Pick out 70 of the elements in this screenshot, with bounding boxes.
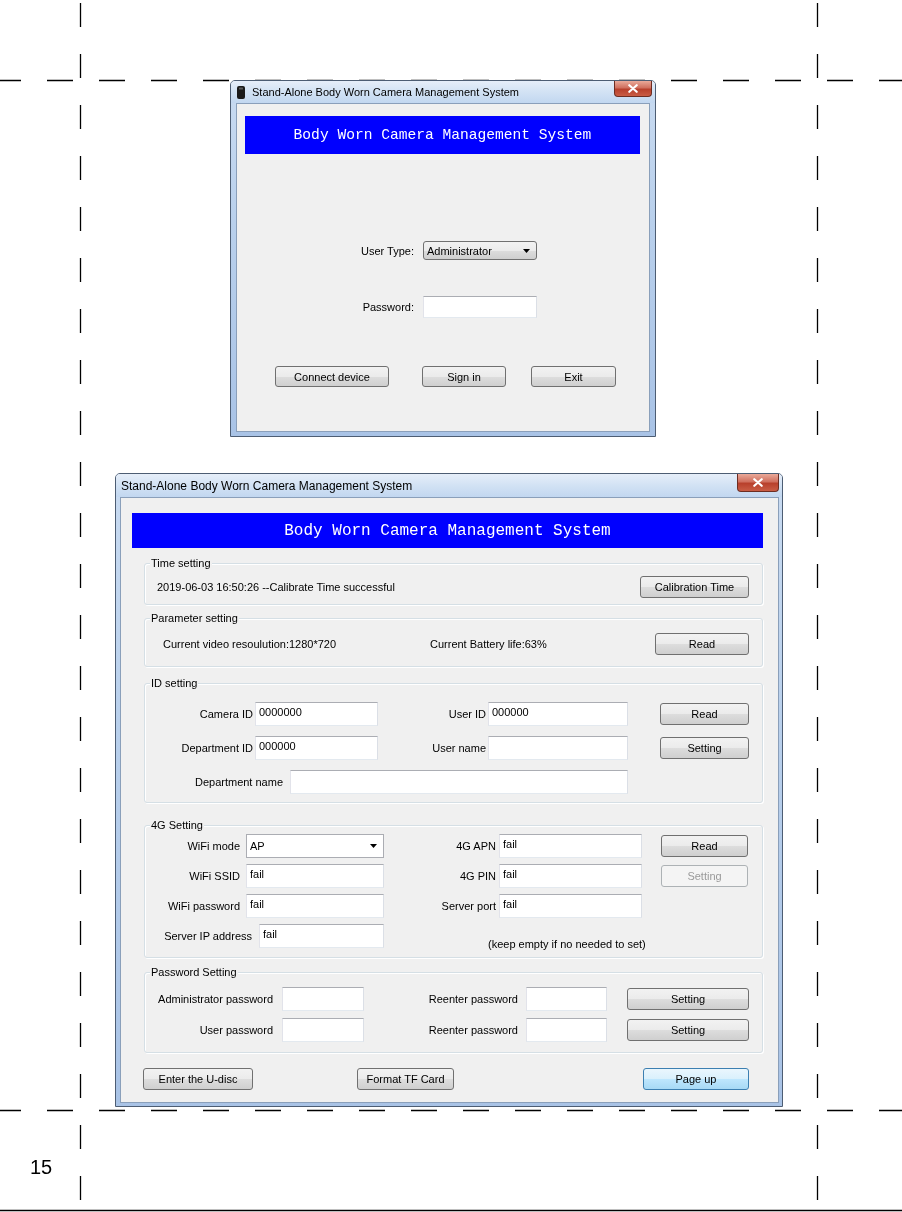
caret-icon: [370, 844, 377, 848]
field-label: User name: [431, 742, 486, 754]
text-field[interactable]: fail: [259, 924, 384, 948]
field-label: WiFi password: [166, 900, 240, 912]
group-title: 4G Setting: [150, 819, 204, 832]
text-field[interactable]: fail: [246, 894, 384, 918]
setting-button[interactable]: Setting: [627, 988, 749, 1010]
header-banner: Body Worn Camera Management System: [132, 513, 763, 548]
read-button[interactable]: Read: [660, 703, 749, 725]
device-icon: [237, 85, 245, 99]
enter-u-disc-button[interactable]: Enter the U-disc: [143, 1068, 253, 1090]
close-button[interactable]: [737, 474, 779, 492]
group-title: Password Setting: [150, 966, 238, 979]
window-title: Stand-Alone Body Worn Camera Management System: [252, 86, 519, 98]
exit-button[interactable]: Exit: [531, 366, 616, 387]
field-label: Department ID: [180, 742, 253, 754]
caret-icon: [523, 248, 530, 253]
battery-life-text: Current Battery life:63%: [430, 638, 547, 650]
text-field[interactable]: fail: [246, 864, 384, 888]
field-label: 4G PIN: [458, 870, 496, 882]
text-field[interactable]: 000000: [488, 702, 628, 726]
field-label: WiFi SSID: [188, 870, 240, 882]
password-field[interactable]: [282, 987, 364, 1011]
text-field[interactable]: 000000: [255, 736, 378, 760]
sign-in-button[interactable]: Sign in: [422, 366, 506, 387]
hint-text: (keep empty if no needed to set): [488, 938, 646, 951]
group-title: ID setting: [150, 677, 199, 690]
calibration-time-button[interactable]: Calibration Time: [640, 576, 749, 598]
page-up-button[interactable]: Page up: [643, 1068, 749, 1090]
format-card-button[interactable]: Format TF Card: [357, 1068, 454, 1090]
text-field[interactable]: [290, 770, 628, 794]
close-icon: [753, 478, 763, 487]
setting-button[interactable]: Setting: [660, 737, 749, 759]
field-label: 4G APN: [455, 840, 496, 852]
field-label: User password: [198, 1024, 273, 1036]
window-title: Stand-Alone Body Worn Camera Management System: [121, 478, 413, 493]
field-label: Reenter password: [427, 993, 518, 1005]
field-label: Department name: [193, 776, 283, 788]
text-field[interactable]: 0000000: [255, 702, 378, 726]
close-icon: [628, 84, 638, 93]
page-number: 15: [30, 1156, 53, 1179]
text-field[interactable]: fail: [499, 864, 642, 888]
password-field[interactable]: [282, 1018, 364, 1042]
setting-button[interactable]: Setting: [627, 1019, 749, 1041]
read-button[interactable]: Read: [655, 633, 749, 655]
password-field[interactable]: [526, 1018, 607, 1042]
field-label: Server port: [440, 900, 496, 912]
password-field[interactable]: [423, 296, 537, 318]
field-label: Camera ID: [198, 708, 253, 720]
field-label: WiFi mode: [186, 840, 240, 852]
header-banner: Body Worn Camera Management System: [245, 116, 640, 154]
user-type-dropdown[interactable]: Administrator: [423, 241, 537, 260]
connect-device-button[interactable]: Connect device: [275, 366, 389, 387]
group-title: Parameter setting: [150, 612, 239, 625]
text-field[interactable]: [488, 736, 628, 760]
resolution-text: Current video resoulution:1280*720: [163, 638, 337, 650]
password-field[interactable]: [526, 987, 607, 1011]
text-field[interactable]: fail: [499, 834, 642, 858]
read-button[interactable]: Read: [661, 835, 748, 857]
field-label: Server IP address: [163, 930, 252, 942]
close-button[interactable]: [614, 81, 652, 97]
group-title: Time setting: [150, 557, 212, 570]
field-label: Administrator password: [157, 993, 273, 1005]
dropdown[interactable]: AP: [246, 834, 384, 858]
status-text: 2019-06-03 16:50:26 --Calibrate Time successful: [157, 581, 395, 593]
field-label: User Type:: [360, 244, 414, 257]
text-field[interactable]: fail: [499, 894, 642, 918]
field-label: Password:: [361, 301, 414, 313]
field-label: User ID: [447, 708, 486, 720]
field-label: Reenter password: [427, 1024, 518, 1036]
